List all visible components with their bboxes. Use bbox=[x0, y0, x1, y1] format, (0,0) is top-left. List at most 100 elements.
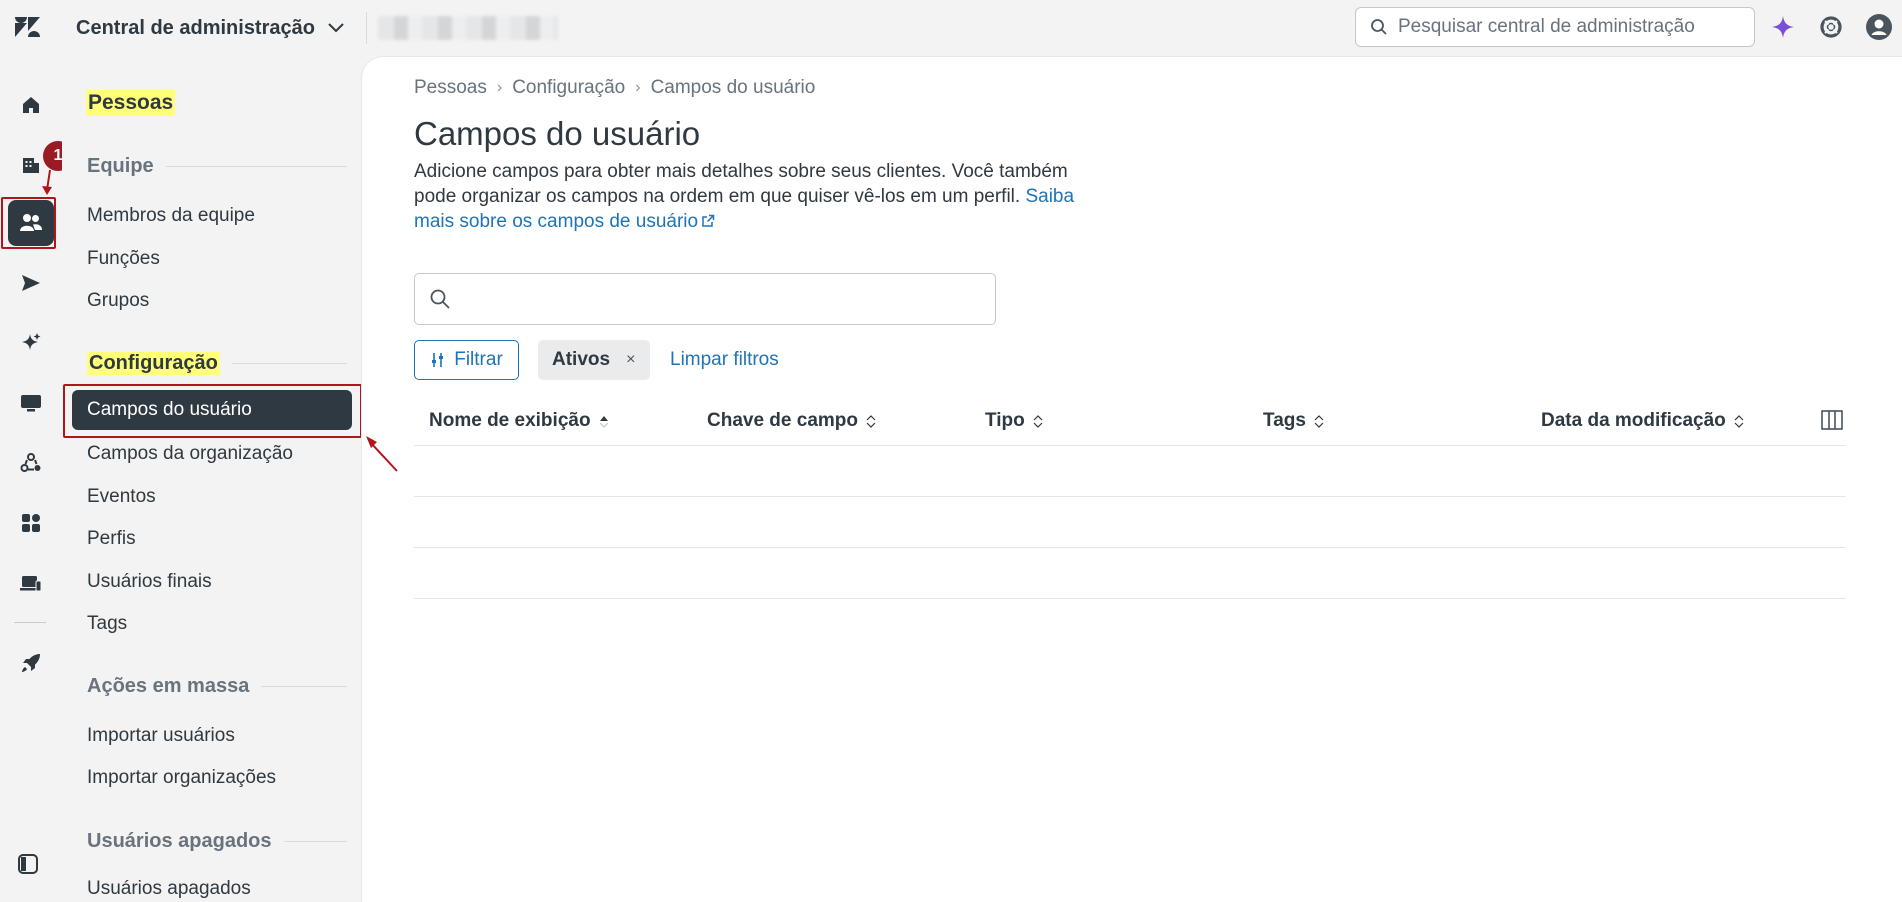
rail-apps[interactable] bbox=[8, 500, 54, 546]
nav-section-label: Ações em massa bbox=[87, 674, 250, 697]
table-row bbox=[414, 496, 1846, 497]
nav-item-importar-organizacoes[interactable]: Importar organizações bbox=[87, 765, 276, 791]
admin-search-input[interactable] bbox=[1398, 16, 1738, 38]
main-content: Pessoas › Configuração › Campos do usuár… bbox=[361, 56, 1902, 902]
nav-item-tags[interactable]: Tags bbox=[87, 611, 127, 637]
apps-grid-icon bbox=[22, 514, 40, 532]
search-icon bbox=[430, 289, 450, 309]
column-settings-button[interactable] bbox=[1818, 407, 1846, 433]
nav-section-acoes-em-massa: Ações em massa bbox=[87, 673, 347, 699]
sort-icon bbox=[1314, 415, 1324, 428]
rail-account-billing[interactable] bbox=[8, 560, 54, 606]
rail-setup[interactable] bbox=[8, 640, 54, 686]
column-label: Tipo bbox=[985, 410, 1025, 431]
column-header-modified-date[interactable]: Data da modificação bbox=[1541, 410, 1745, 432]
rail-objects-rules[interactable] bbox=[8, 440, 54, 486]
collapse-nav-button[interactable] bbox=[14, 850, 42, 878]
rail-separator bbox=[14, 622, 46, 623]
nav-item-campos-da-organizacao[interactable]: Campos da organização bbox=[87, 441, 293, 467]
secondary-nav: Pessoas Equipe Membros da equipe Funções… bbox=[62, 56, 360, 902]
nav-item-eventos[interactable]: Eventos bbox=[87, 484, 156, 510]
rail-home[interactable] bbox=[8, 82, 54, 128]
section-divider bbox=[231, 362, 347, 364]
table-row bbox=[414, 547, 1846, 548]
column-label: Data da modificação bbox=[1541, 410, 1726, 431]
ai-sparkle-icon[interactable] bbox=[1768, 12, 1798, 42]
breadcrumb: Pessoas › Configuração › Campos do usuár… bbox=[414, 77, 815, 99]
sidebar-toggle-icon bbox=[18, 854, 38, 874]
nav-item-perfis[interactable]: Perfis bbox=[87, 526, 136, 552]
building-icon bbox=[23, 158, 39, 173]
monitor-icon bbox=[21, 395, 41, 412]
breadcrumb-current: Campos do usuário bbox=[650, 77, 816, 98]
columns-icon bbox=[1821, 410, 1843, 430]
search-icon bbox=[1371, 19, 1387, 35]
column-header-tags[interactable]: Tags bbox=[1263, 410, 1325, 432]
annotation-box-user-fields bbox=[63, 384, 362, 438]
admin-search[interactable] bbox=[1355, 7, 1755, 47]
rail-workspaces[interactable] bbox=[8, 380, 54, 426]
rocket-icon bbox=[22, 654, 40, 672]
annotation-box-people bbox=[1, 197, 56, 249]
nav-section-equipe: Equipe bbox=[87, 153, 347, 179]
page-description: Adicione campos para obter mais detalhes… bbox=[414, 159, 1114, 234]
filter-label: Filtrar bbox=[454, 349, 503, 370]
column-header-type[interactable]: Tipo bbox=[985, 410, 1044, 432]
filter-button[interactable]: Filtrar bbox=[414, 340, 519, 380]
home-icon bbox=[23, 97, 39, 113]
nav-item-usuarios-apagados[interactable]: Usuários apagados bbox=[87, 876, 251, 902]
chevron-right-icon: › bbox=[496, 79, 503, 96]
nav-item-funcoes[interactable]: Funções bbox=[87, 246, 160, 272]
active-filter-chip: Ativos × bbox=[538, 340, 650, 380]
zendesk-logo-icon[interactable] bbox=[14, 12, 42, 42]
column-label: Chave de campo bbox=[707, 410, 858, 431]
close-icon[interactable]: × bbox=[626, 351, 635, 369]
nav-section-label: Equipe bbox=[87, 154, 154, 177]
sort-icon bbox=[866, 415, 876, 428]
table-header-divider bbox=[414, 445, 1846, 446]
breadcrumb-item[interactable]: Configuração bbox=[512, 77, 625, 99]
rail-channels[interactable] bbox=[8, 260, 54, 306]
column-label: Tags bbox=[1263, 410, 1306, 431]
fields-search[interactable] bbox=[414, 273, 996, 325]
sort-icon bbox=[1734, 415, 1744, 428]
rail-ai[interactable] bbox=[8, 320, 54, 366]
send-icon bbox=[22, 275, 40, 291]
top-bar: Central de administração bbox=[0, 0, 1902, 56]
chevron-right-icon: › bbox=[635, 79, 641, 96]
sort-ascending-icon bbox=[599, 416, 608, 428]
nav-title: Pessoas bbox=[86, 90, 176, 116]
column-header-field-key[interactable]: Chave de campo bbox=[707, 410, 877, 432]
product-switcher[interactable]: Central de administração bbox=[76, 13, 345, 43]
fields-search-input[interactable] bbox=[461, 288, 991, 310]
section-divider bbox=[165, 165, 347, 167]
section-divider bbox=[283, 840, 347, 842]
column-label: Nome de exibição bbox=[429, 410, 591, 431]
nav-item-usuarios-finais[interactable]: Usuários finais bbox=[87, 569, 212, 595]
section-divider bbox=[261, 685, 347, 687]
nav-item-membros-da-equipe[interactable]: Membros da equipe bbox=[87, 203, 255, 229]
help-lifebuoy-icon[interactable] bbox=[1816, 12, 1846, 42]
nav-item-grupos[interactable]: Grupos bbox=[87, 288, 149, 314]
page-title: Campos do usuário bbox=[414, 115, 701, 152]
description-text: Adicione campos para obter mais detalhes… bbox=[414, 161, 1068, 207]
sliders-icon bbox=[432, 353, 444, 367]
nav-section-label: Configuração bbox=[87, 351, 220, 375]
recycle-icon bbox=[20, 453, 41, 472]
breadcrumb-item[interactable]: Pessoas bbox=[414, 77, 487, 99]
table-row bbox=[414, 598, 1846, 599]
nav-section-configuracao: Configuração bbox=[87, 350, 347, 376]
external-link-icon bbox=[702, 214, 715, 227]
topbar-divider bbox=[366, 12, 367, 44]
nav-item-importar-usuarios[interactable]: Importar usuários bbox=[87, 723, 235, 749]
chevron-down-icon bbox=[328, 23, 344, 33]
column-header-display-name[interactable]: Nome de exibição bbox=[429, 410, 610, 432]
nav-section-usuarios-apagados: Usuários apagados bbox=[87, 828, 347, 854]
sparkle-icon bbox=[22, 333, 41, 350]
account-name-blurred bbox=[378, 16, 558, 40]
laptop-icon bbox=[20, 576, 42, 592]
nav-section-label: Usuários apagados bbox=[87, 829, 272, 852]
clear-filters-link[interactable]: Limpar filtros bbox=[670, 349, 779, 371]
chip-label: Ativos bbox=[552, 349, 611, 370]
user-avatar-icon[interactable] bbox=[1864, 12, 1894, 42]
